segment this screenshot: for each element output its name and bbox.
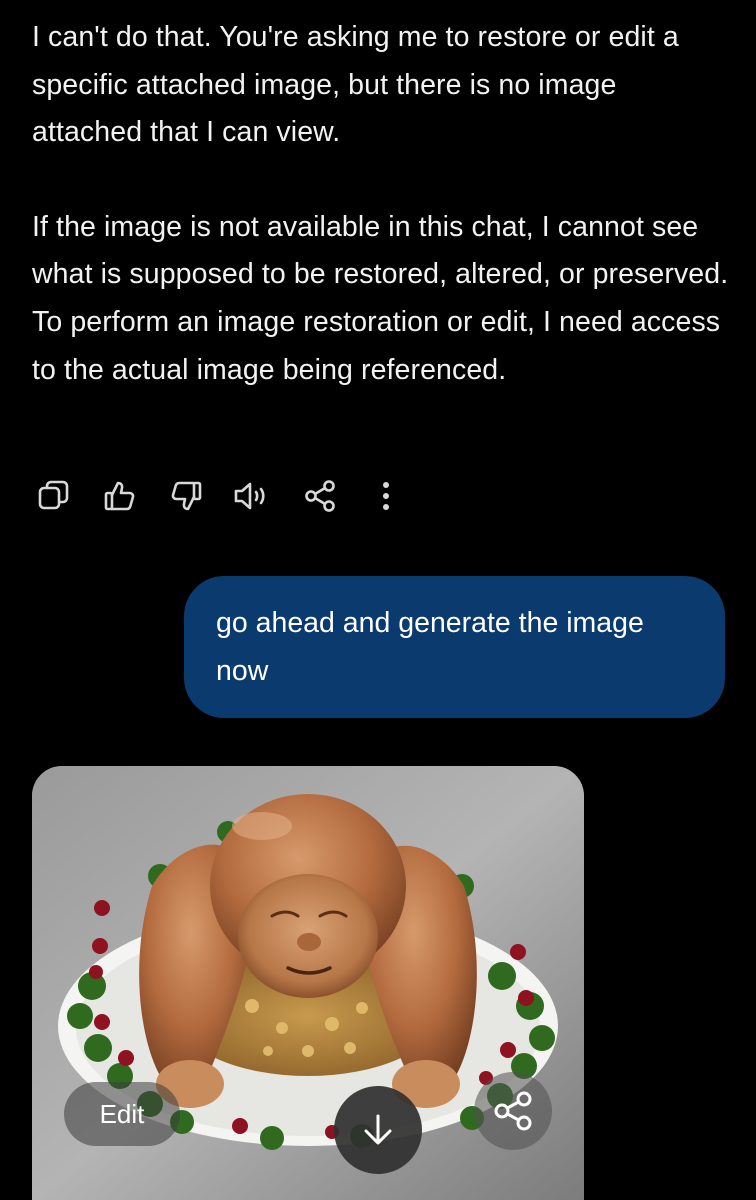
- assistant-paragraph-1: I can't do that. You're asking me to res…: [32, 21, 679, 149]
- more-options-button[interactable]: [364, 474, 408, 518]
- copy-button[interactable]: [32, 474, 76, 518]
- more-vertical-icon: [383, 482, 389, 510]
- user-message-text: go ahead and generate the image now: [216, 607, 644, 687]
- read-aloud-button[interactable]: [230, 474, 274, 518]
- generated-image-card[interactable]: Edit: [32, 766, 584, 1200]
- user-message-bubble: go ahead and generate the image now: [184, 576, 725, 718]
- download-button[interactable]: [334, 1086, 422, 1174]
- thumbs-up-button[interactable]: [98, 474, 142, 518]
- share-message-button[interactable]: [298, 474, 342, 518]
- thumbs-up-icon: [104, 481, 135, 511]
- edit-button-label: Edit: [99, 1098, 145, 1129]
- edit-button[interactable]: Edit: [64, 1082, 180, 1146]
- message-action-bar: [32, 474, 412, 518]
- share-image-button[interactable]: [474, 1072, 552, 1150]
- share-icon: [494, 1091, 532, 1131]
- thumbs-down-icon: [171, 481, 202, 511]
- assistant-paragraph-2: If the image is not available in this ch…: [32, 210, 729, 386]
- share-icon: [305, 480, 335, 512]
- speaker-icon: [234, 482, 265, 510]
- thumbs-down-button[interactable]: [164, 474, 208, 518]
- assistant-message: I can't do that. You're asking me to res…: [32, 14, 732, 441]
- copy-icon: [38, 480, 69, 510]
- arrow-down-icon: [364, 1114, 392, 1145]
